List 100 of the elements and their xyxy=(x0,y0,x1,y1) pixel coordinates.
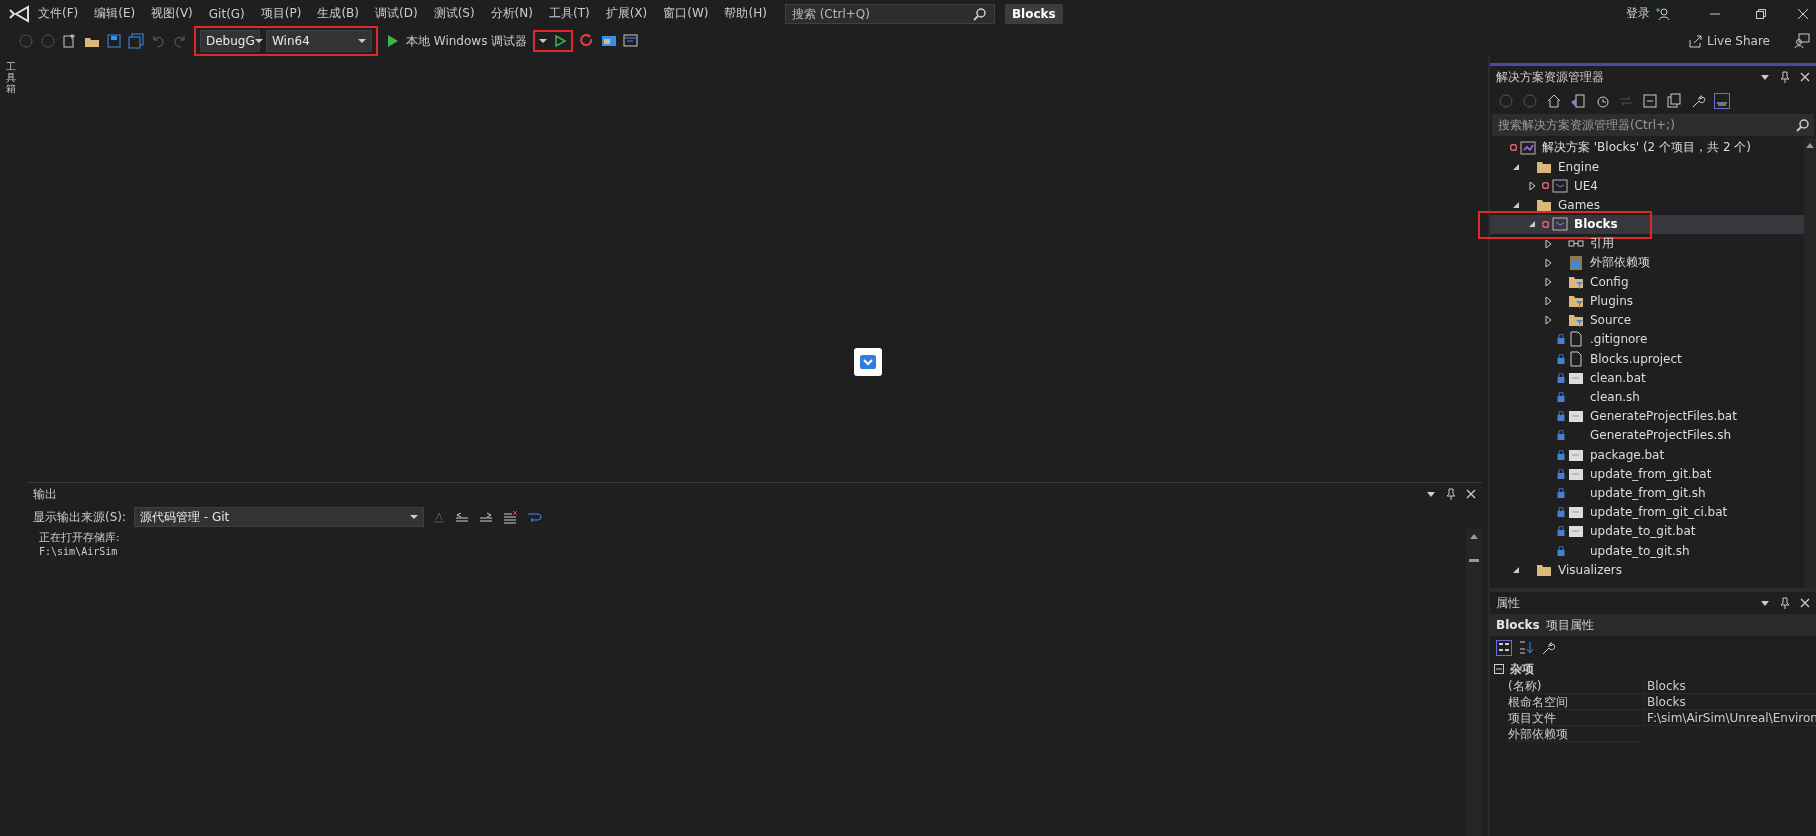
preview-icon[interactable] xyxy=(1714,93,1730,109)
collapsed-icon[interactable] xyxy=(1544,316,1552,325)
tree-item[interactable]: Engine xyxy=(1490,157,1804,177)
menu-item[interactable]: 分析(N) xyxy=(482,5,541,22)
properties-icon[interactable] xyxy=(1690,93,1706,109)
person-icon[interactable] xyxy=(1656,6,1670,21)
scroll-up-icon[interactable] xyxy=(1470,533,1478,539)
expanded-icon[interactable] xyxy=(1528,220,1536,229)
menu-item[interactable]: 帮助(H) xyxy=(716,5,775,22)
save-all-icon[interactable] xyxy=(128,33,144,49)
property-value[interactable]: Blocks xyxy=(1644,694,1816,710)
pin-icon[interactable] xyxy=(1780,71,1790,83)
dropdown-icon[interactable] xyxy=(1760,72,1770,82)
home-icon[interactable] xyxy=(1546,93,1562,109)
configuration-dropdown[interactable]: DebugG xyxy=(200,30,260,52)
dropdown-icon[interactable] xyxy=(1760,598,1770,608)
tree-item[interactable]: clean.sh xyxy=(1490,387,1804,407)
tree-item[interactable]: Plugins xyxy=(1490,291,1804,311)
close-icon[interactable] xyxy=(1800,598,1810,608)
menu-item[interactable]: 项目(P) xyxy=(252,5,310,22)
search-field[interactable]: 搜索解决方案资源管理器(Ctrl+;) xyxy=(1492,114,1814,136)
tree-item[interactable]: update_from_git_ci.bat xyxy=(1490,502,1804,522)
menu-item[interactable]: 扩展(X) xyxy=(597,5,656,22)
collapse-all-icon[interactable] xyxy=(1642,93,1658,109)
menu-item[interactable]: 测试(S) xyxy=(425,5,483,22)
tree-item[interactable]: 外部依赖项 xyxy=(1490,253,1804,273)
collapsed-icon[interactable] xyxy=(1544,258,1552,267)
tree-item[interactable]: clean.bat xyxy=(1490,368,1804,388)
tree-item[interactable]: .gitignore xyxy=(1490,329,1804,350)
tree-item[interactable]: GenerateProjectFiles.sh xyxy=(1490,425,1804,445)
menu-item[interactable]: Git(G) xyxy=(200,6,253,21)
menu-item[interactable]: 生成(B) xyxy=(309,5,367,22)
menu-item[interactable]: 文件(F) xyxy=(30,5,87,22)
scroll-thumb-icon[interactable] xyxy=(1469,559,1479,562)
pin-icon[interactable] xyxy=(1780,597,1790,609)
tree-item[interactable]: package.bat xyxy=(1490,445,1804,465)
window-icon[interactable] xyxy=(623,33,640,49)
close-icon[interactable] xyxy=(1466,489,1476,499)
object-selector[interactable]: Blocks 项目属性 xyxy=(1490,614,1816,636)
lock-icon xyxy=(1557,392,1565,403)
lock-icon xyxy=(1557,334,1565,345)
live-share-button[interactable]: Live Share xyxy=(1688,34,1770,48)
next-message-icon[interactable] xyxy=(478,510,495,524)
tree-item[interactable]: 引用 xyxy=(1490,233,1804,254)
property-value[interactable]: Blocks xyxy=(1644,678,1816,694)
menu-item[interactable]: 窗口(W) xyxy=(655,5,717,22)
tree-item[interactable]: update_from_git.sh xyxy=(1490,483,1804,503)
expanded-icon[interactable] xyxy=(1512,162,1520,171)
collapsed-icon[interactable] xyxy=(1544,239,1552,248)
scroll-up-icon[interactable] xyxy=(1806,142,1814,148)
previous-message-icon[interactable] xyxy=(454,510,471,524)
tree-item[interactable]: update_to_git.sh xyxy=(1490,540,1804,561)
tree-item[interactable]: Blocks.uproject xyxy=(1490,349,1804,369)
tree-item[interactable]: 解决方案 'Blocks' (2 个项目，共 2 个) xyxy=(1490,138,1804,158)
search-field[interactable]: 搜索 (Ctrl+Q) xyxy=(784,3,995,24)
dropdown-icon xyxy=(410,514,419,520)
collapsed-icon[interactable] xyxy=(1544,297,1552,306)
tree-item[interactable]: Config xyxy=(1490,272,1804,292)
tree-item[interactable]: Games xyxy=(1490,195,1804,215)
source-dropdown[interactable]: 源代码管理 - Git xyxy=(134,507,425,527)
dropdown-icon[interactable] xyxy=(1426,489,1436,499)
tree-item[interactable]: update_from_git.bat xyxy=(1490,464,1804,484)
browser-icon[interactable] xyxy=(601,33,618,49)
dropdown-icon[interactable] xyxy=(539,38,548,44)
tree-item[interactable]: Visualizers xyxy=(1490,560,1804,580)
history-icon[interactable] xyxy=(1594,93,1610,109)
close-icon[interactable] xyxy=(1800,72,1810,82)
collapsed-icon[interactable] xyxy=(1544,277,1552,286)
clear-all-icon[interactable] xyxy=(502,510,519,524)
word-wrap-icon[interactable] xyxy=(526,510,543,524)
show-all-files-icon[interactable] xyxy=(1666,93,1682,109)
property-value[interactable]: F:\sim\AirSim\Unreal\Environ xyxy=(1644,710,1816,726)
pin-icon[interactable] xyxy=(1446,488,1456,500)
menu-item[interactable]: 编辑(E) xyxy=(86,5,144,22)
restore-icon[interactable] xyxy=(1756,8,1766,19)
toolbox-tab[interactable]: 工具箱 xyxy=(6,61,16,94)
expanded-icon[interactable] xyxy=(1512,565,1520,574)
categorized-icon[interactable] xyxy=(1496,640,1512,656)
property-pages-icon[interactable] xyxy=(1540,640,1556,656)
alphabetical-icon[interactable] xyxy=(1518,640,1534,656)
switch-views-icon[interactable] xyxy=(1570,93,1586,109)
menu-item[interactable]: 调试(D) xyxy=(367,5,426,22)
tree-item[interactable]: GenerateProjectFiles.bat xyxy=(1490,406,1804,426)
collapse-icon[interactable] xyxy=(1494,664,1504,674)
platform-dropdown[interactable]: Win64 xyxy=(266,30,372,52)
menu-item[interactable]: 工具(T) xyxy=(540,5,598,22)
tree-item[interactable]: Blocks xyxy=(1490,214,1804,234)
expanded-icon[interactable] xyxy=(1512,201,1520,210)
save-icon[interactable] xyxy=(106,33,122,49)
tree-item[interactable]: Source xyxy=(1490,310,1804,330)
collapsed-icon[interactable] xyxy=(1528,181,1536,190)
sign-in-link[interactable]: 登录 xyxy=(1626,5,1650,22)
run-icon[interactable] xyxy=(553,34,568,48)
debugger-button[interactable]: 本地 Windows 调试器 xyxy=(406,32,528,50)
feedback-icon[interactable] xyxy=(1794,33,1810,49)
tree-item[interactable]: update_to_git.bat xyxy=(1490,521,1804,541)
menu-item[interactable]: 视图(V) xyxy=(143,5,201,22)
close-icon[interactable] xyxy=(1798,8,1808,19)
tree-item[interactable]: UE4 xyxy=(1490,176,1804,196)
new-project-icon[interactable] xyxy=(62,33,78,49)
